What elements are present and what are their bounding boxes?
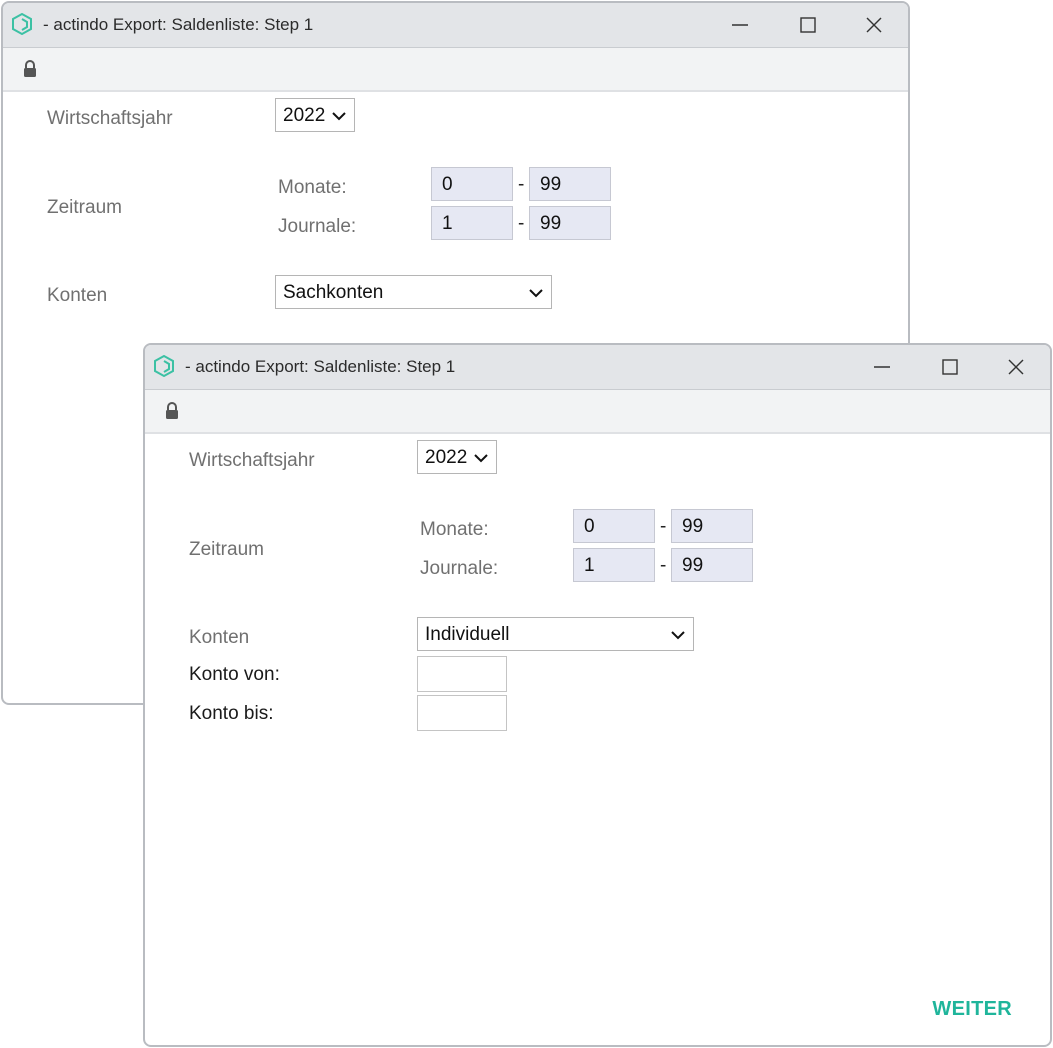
monate-to-value: 99 (540, 174, 562, 195)
konto-von-label: Konto von: (189, 664, 280, 685)
journale-label: Journale: (420, 558, 499, 579)
konten-select[interactable]: Sachkonten (275, 275, 552, 309)
actindo-logo-icon (154, 355, 174, 377)
monate-to-field[interactable]: 99 (671, 509, 753, 543)
window-title: - actindo Export: Saldenliste: Step 1 (185, 357, 456, 376)
title-bar[interactable]: - actindo Export: Saldenliste: Step 1 (3, 3, 908, 48)
journale-to-field[interactable]: 99 (529, 206, 611, 240)
monate-from-field[interactable]: 0 (431, 167, 513, 201)
wirtschaftsjahr-label: Wirtschaftsjahr (47, 108, 173, 129)
monate-from-value: 0 (584, 516, 595, 537)
form-content: Wirtschaftsjahr 2022 Zeitraum Monate: 0 … (145, 434, 1050, 1045)
year-value: 2022 (425, 447, 468, 468)
journale-from-value: 1 (584, 555, 595, 576)
export-window-front: - actindo Export: Saldenliste: Step 1 Wi… (143, 343, 1052, 1047)
journale-to-value: 99 (682, 555, 704, 576)
close-button[interactable] (852, 3, 896, 47)
konto-bis-label: Konto bis: (189, 703, 274, 724)
konten-value: Sachkonten (283, 282, 384, 303)
lock-icon (166, 402, 178, 419)
konto-bis-input[interactable] (417, 695, 507, 731)
maximize-icon (800, 17, 816, 33)
wirtschaftsjahr-select[interactable]: 2022 (417, 440, 497, 474)
toolbar (145, 390, 1050, 434)
zeitraum-label: Zeitraum (189, 539, 264, 560)
wirtschaftsjahr-label: Wirtschaftsjahr (189, 450, 315, 471)
minimize-button[interactable] (860, 345, 904, 389)
konto-von-input[interactable] (417, 656, 507, 692)
monate-label: Monate: (420, 519, 489, 540)
minimize-icon (732, 24, 748, 26)
chevron-down-icon (529, 289, 543, 298)
wirtschaftsjahr-select[interactable]: 2022 (275, 98, 355, 132)
konten-label: Konten (189, 627, 250, 648)
range-separator: - (518, 174, 525, 195)
monate-from-value: 0 (442, 174, 453, 195)
monate-label: Monate: (278, 177, 347, 198)
monate-to-field[interactable]: 99 (529, 167, 611, 201)
actindo-logo-icon (12, 13, 32, 35)
chevron-down-icon (474, 454, 488, 463)
maximize-button[interactable] (786, 3, 830, 47)
chevron-down-icon (671, 631, 685, 640)
close-icon (1008, 359, 1024, 375)
maximize-icon (942, 359, 958, 375)
journale-label: Journale: (278, 216, 357, 237)
minimize-button[interactable] (718, 3, 762, 47)
journale-to-value: 99 (540, 213, 562, 234)
chevron-down-icon (332, 112, 346, 121)
weiter-button[interactable]: WEITER (932, 998, 1012, 1021)
year-value: 2022 (283, 105, 326, 126)
maximize-button[interactable] (928, 345, 972, 389)
journale-from-field[interactable]: 1 (573, 548, 655, 582)
zeitraum-label: Zeitraum (47, 197, 122, 218)
minimize-icon (874, 366, 890, 368)
konten-select[interactable]: Individuell (417, 617, 694, 651)
konten-value: Individuell (425, 624, 510, 645)
range-separator: - (660, 555, 667, 576)
range-separator: - (518, 213, 525, 234)
window-title: - actindo Export: Saldenliste: Step 1 (43, 15, 314, 34)
monate-to-value: 99 (682, 516, 704, 537)
journale-from-field[interactable]: 1 (431, 206, 513, 240)
close-icon (866, 17, 882, 33)
monate-from-field[interactable]: 0 (573, 509, 655, 543)
range-separator: - (660, 516, 667, 537)
title-bar[interactable]: - actindo Export: Saldenliste: Step 1 (145, 345, 1050, 390)
konten-label: Konten (47, 285, 108, 306)
lock-icon (24, 60, 36, 77)
toolbar (3, 48, 908, 92)
journale-to-field[interactable]: 99 (671, 548, 753, 582)
journale-from-value: 1 (442, 213, 453, 234)
close-button[interactable] (994, 345, 1038, 389)
